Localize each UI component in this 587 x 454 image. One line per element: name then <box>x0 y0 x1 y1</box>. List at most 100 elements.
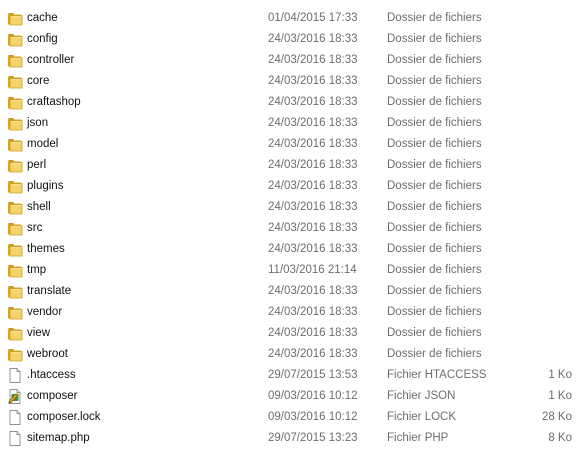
file-size: 1 Ko <box>548 390 572 402</box>
file-name: translate <box>27 285 72 297</box>
file-modified-date: 09/03/2016 10:12 <box>268 390 358 402</box>
file-name: core <box>27 75 50 87</box>
file-name: view <box>27 327 51 339</box>
file-type: Dossier de fichiers <box>387 138 482 150</box>
file-modified-date: 24/03/2016 18:33 <box>268 306 358 318</box>
file-type: Dossier de fichiers <box>387 159 482 171</box>
file-size: 1 Ko <box>548 369 572 381</box>
file-row[interactable]: json 24/03/2016 18:33 Dossier de fichiers <box>0 113 587 134</box>
file-modified-date: 24/03/2016 18:33 <box>268 243 358 255</box>
file-type: Fichier HTACCESS <box>387 369 487 381</box>
folder-icon <box>7 53 23 68</box>
file-row[interactable]: config 24/03/2016 18:33 Dossier de fichier… <box>0 29 587 50</box>
file-row[interactable]: model 24/03/2016 18:33 Dossier de fichiers <box>0 134 587 155</box>
file-row[interactable]: webroot 24/03/2016 18:33 Dossier de fichie… <box>0 344 587 365</box>
json-file-icon <box>7 389 23 404</box>
file-modified-date: 24/03/2016 18:33 <box>268 96 358 108</box>
file-type: Dossier de fichiers <box>387 306 482 318</box>
file-type: Dossier de fichiers <box>387 75 482 87</box>
file-row[interactable]: src 24/03/2016 18:33 Dossier de fichiers <box>0 218 587 239</box>
file-name: sitemap.php <box>27 432 90 444</box>
file-size: 8 Ko <box>548 432 572 444</box>
file-name: craftashop <box>27 96 81 108</box>
file-modified-date: 01/04/2015 17:33 <box>268 12 358 24</box>
file-modified-date: 24/03/2016 18:33 <box>268 54 358 66</box>
file-name: shell <box>27 201 51 213</box>
file-row[interactable]: shell 24/03/2016 18:33 Dossier de fichiers <box>0 197 587 218</box>
file-name: .htaccess <box>27 369 76 381</box>
file-modified-date: 24/03/2016 18:33 <box>268 159 358 171</box>
file-name: themes <box>27 243 65 255</box>
folder-icon <box>7 137 23 152</box>
file-type: Dossier de fichiers <box>387 222 482 234</box>
file-name: model <box>27 138 59 150</box>
folder-icon <box>7 179 23 194</box>
folder-icon <box>7 242 23 257</box>
file-modified-date: 24/03/2016 18:33 <box>268 138 358 150</box>
file-row[interactable]: plugins 24/03/2016 18:33 Dossier de fichie… <box>0 176 587 197</box>
file-row[interactable]: sitemap.php 29/07/2015 13:23 Fichier PHP 8 … <box>0 428 587 449</box>
file-modified-date: 24/03/2016 18:33 <box>268 117 358 129</box>
folder-icon <box>7 32 23 47</box>
file-modified-date: 09/03/2016 10:12 <box>268 411 358 423</box>
file-type: Dossier de fichiers <box>387 327 482 339</box>
file-type: Dossier de fichiers <box>387 348 482 360</box>
file-modified-date: 24/03/2016 18:33 <box>268 285 358 297</box>
file-name: plugins <box>27 180 64 192</box>
folder-icon <box>7 221 23 236</box>
file-row[interactable]: cache 01/04/2015 17:33 Dossier de fichiers <box>0 8 587 29</box>
file-type: Dossier de fichiers <box>387 201 482 213</box>
folder-icon <box>7 95 23 110</box>
file-name: tmp <box>27 264 47 276</box>
file-name: webroot <box>27 348 68 360</box>
file-modified-date: 24/03/2016 18:33 <box>268 327 358 339</box>
file-row[interactable]: composer.lock 09/03/2016 10:12 Fichier LOC… <box>0 407 587 428</box>
file-type: Dossier de fichiers <box>387 12 482 24</box>
file-type: Dossier de fichiers <box>387 33 482 45</box>
file-name: perl <box>27 159 47 171</box>
file-type: Fichier LOCK <box>387 411 457 423</box>
file-type: Fichier PHP <box>387 432 449 444</box>
folder-icon <box>7 326 23 341</box>
folder-icon <box>7 11 23 26</box>
folder-icon <box>7 158 23 173</box>
file-name: controller <box>27 54 75 66</box>
file-row[interactable]: .htaccess 29/07/2015 13:53 Fichier HTACCES… <box>0 365 587 386</box>
file-row[interactable]: view 24/03/2016 18:33 Dossier de fichiers <box>0 323 587 344</box>
file-row[interactable]: core 24/03/2016 18:33 Dossier de fichiers <box>0 71 587 92</box>
file-row[interactable]: composer 09/03/2016 10:12 Fichier JSON 1 Ko <box>0 386 587 407</box>
file-name: composer.lock <box>27 411 101 423</box>
file-modified-date: 29/07/2015 13:23 <box>268 432 358 444</box>
file-name: composer <box>27 390 78 402</box>
file-modified-date: 24/03/2016 18:33 <box>268 201 358 213</box>
file-modified-date: 24/03/2016 18:33 <box>268 33 358 45</box>
file-type: Dossier de fichiers <box>387 96 482 108</box>
file-list: cache 01/04/2015 17:33 Dossier de fichiers… <box>0 8 587 449</box>
file-type: Dossier de fichiers <box>387 117 482 129</box>
folder-icon <box>7 74 23 89</box>
file-row[interactable]: controller 24/03/2016 18:33 Dossier de fic… <box>0 50 587 71</box>
folder-icon <box>7 284 23 299</box>
file-row[interactable]: translate 24/03/2016 18:33 Dossier de fich… <box>0 281 587 302</box>
file-modified-date: 11/03/2016 21:14 <box>268 264 357 276</box>
file-modified-date: 29/07/2015 13:53 <box>268 369 358 381</box>
file-type: Fichier JSON <box>387 390 456 402</box>
file-name: vendor <box>27 306 63 318</box>
file-row[interactable]: vendor 24/03/2016 18:33 Dossier de fichier… <box>0 302 587 323</box>
file-type: Dossier de fichiers <box>387 180 482 192</box>
file-type: Dossier de fichiers <box>387 285 482 297</box>
file-modified-date: 24/03/2016 18:33 <box>268 222 358 234</box>
file-size: 28 Ko <box>541 411 572 423</box>
file-row[interactable]: perl 24/03/2016 18:33 Dossier de fichiers <box>0 155 587 176</box>
file-row[interactable]: craftashop 24/03/2016 18:33 Dossier de fic… <box>0 92 587 113</box>
file-name: cache <box>27 12 58 24</box>
file-type: Dossier de fichiers <box>387 243 482 255</box>
file-row[interactable]: tmp 11/03/2016 21:14 Dossier de fichiers <box>0 260 587 281</box>
file-row[interactable]: themes 24/03/2016 18:33 Dossier de fichier… <box>0 239 587 260</box>
folder-icon <box>7 347 23 362</box>
folder-icon <box>7 263 23 278</box>
file-name: src <box>27 222 43 234</box>
file-icon <box>7 410 23 425</box>
file-name: json <box>27 117 49 129</box>
folder-icon <box>7 116 23 131</box>
